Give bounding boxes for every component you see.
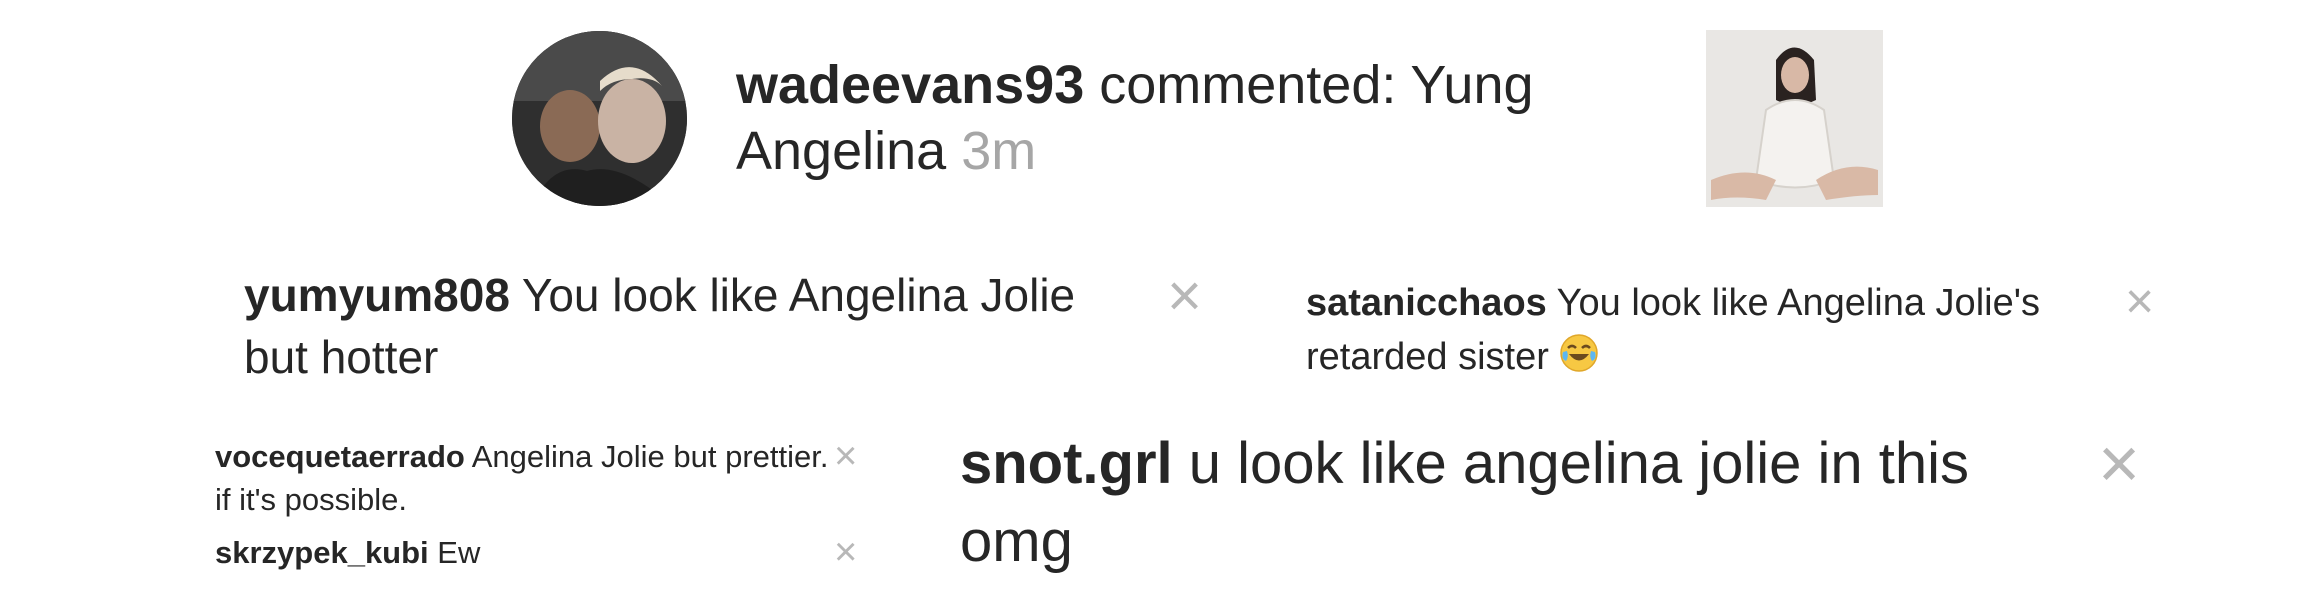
avatar[interactable] (512, 31, 687, 206)
comment-1: yumyum808 You look like Angelina Jolie b… (244, 264, 1124, 388)
notification-username[interactable]: wadeevans93 (736, 55, 1084, 115)
close-icon[interactable]: × (834, 532, 857, 572)
comment-username[interactable]: skrzypek_kubi (215, 535, 429, 570)
comment-5: snot.grl u look like angelina jolie in t… (960, 425, 2060, 581)
notification-time: 3m (961, 121, 1037, 181)
comment-4: skrzypek_kubi Ew (215, 531, 835, 574)
post-thumbnail-icon (1706, 30, 1883, 207)
close-icon[interactable]: × (2125, 276, 2154, 326)
tears-of-joy-icon (1559, 333, 1599, 388)
close-icon[interactable]: × (1167, 266, 1202, 326)
close-icon[interactable]: × (834, 436, 857, 476)
comment-username[interactable]: vocequetaerrado (215, 439, 465, 474)
comment-2: satanicchaos You look like Angelina Joli… (1306, 276, 2106, 388)
comment-text: Ew (428, 535, 481, 570)
comment-username[interactable]: yumyum808 (244, 269, 510, 321)
notification-text: wadeevans93 commented: Yung Angelina 3m (736, 52, 1656, 184)
post-thumbnail[interactable] (1706, 30, 1883, 207)
comment-username[interactable]: satanicchaos (1306, 282, 1547, 324)
profile-photo-icon (512, 31, 687, 206)
comment-username[interactable]: snot.grl (960, 431, 1173, 496)
close-icon[interactable]: × (2098, 428, 2140, 500)
comment-3: vocequetaerrado Angelina Jolie but prett… (215, 435, 835, 521)
